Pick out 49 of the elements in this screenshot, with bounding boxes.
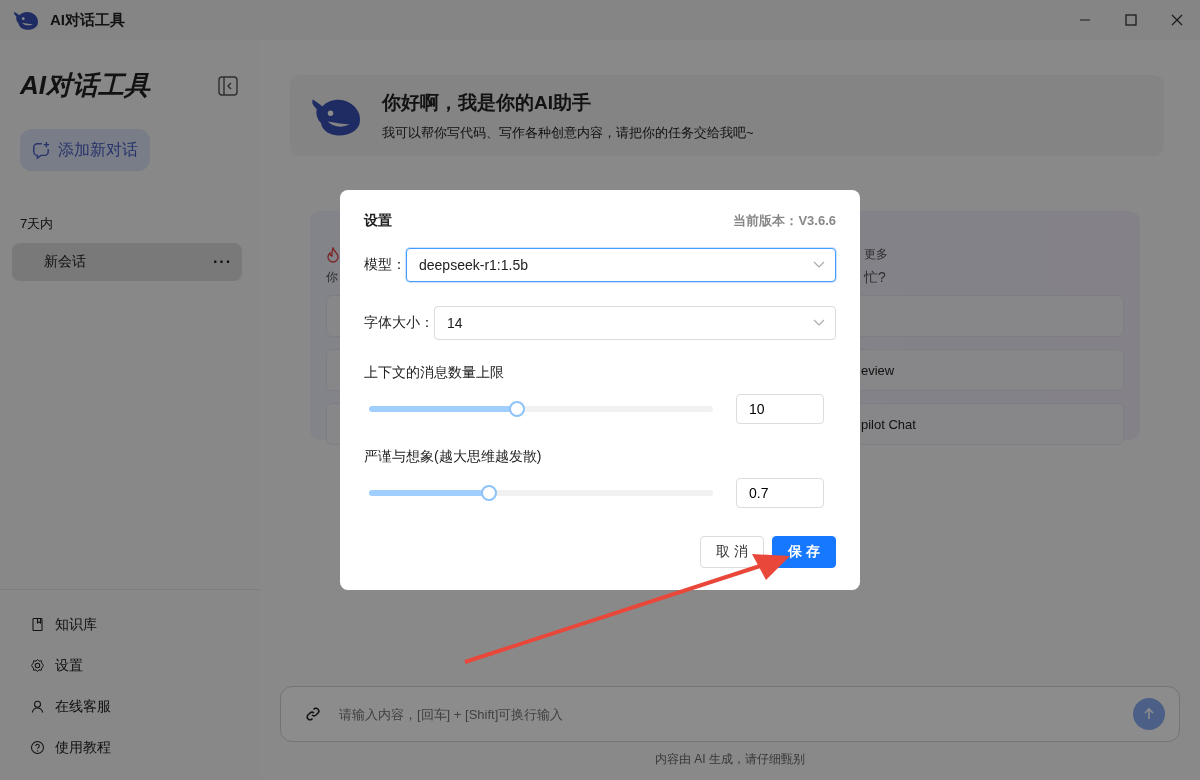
collapse-sidebar-icon[interactable] bbox=[218, 75, 238, 96]
link-icon[interactable] bbox=[305, 706, 321, 722]
field-label: 模型： bbox=[364, 256, 406, 274]
group-label: 7天内 bbox=[20, 215, 55, 233]
field-label: 字体大小： bbox=[364, 314, 434, 332]
new-chat-button[interactable]: 添加新对话 bbox=[20, 129, 150, 171]
help-icon bbox=[30, 740, 45, 755]
welcome-title: 你好啊，我是你的AI助手 bbox=[382, 90, 592, 115]
number-field[interactable]: 10 bbox=[736, 394, 824, 424]
sidebar-link[interactable]: 设置 bbox=[0, 645, 260, 686]
sidebar-title: AI对话工具 bbox=[20, 69, 150, 102]
more-menu[interactable]: ··· bbox=[213, 253, 232, 271]
flame-icon bbox=[326, 247, 340, 263]
slider-handle[interactable] bbox=[508, 401, 525, 417]
conversation-item[interactable]: 新会话 ··· bbox=[12, 243, 242, 281]
slider-label: 上下文的消息数量上限 bbox=[364, 364, 505, 382]
more-label[interactable]: 更多 bbox=[864, 246, 888, 263]
dropdown[interactable]: deepseek-r1:1.5b bbox=[406, 248, 836, 282]
number-field[interactable]: 0.7 bbox=[736, 478, 824, 508]
welcome-subtitle: 我可以帮你写代码、写作各种创意内容，请把你的任务交给我吧~ bbox=[382, 123, 754, 142]
close-icon bbox=[1171, 14, 1183, 26]
gear-icon bbox=[30, 658, 45, 673]
cancel-button[interactable]: 取 消 bbox=[700, 536, 765, 568]
whale-logo-icon bbox=[12, 9, 40, 31]
slider[interactable] bbox=[369, 485, 713, 501]
book-icon bbox=[30, 617, 45, 632]
maximize-icon bbox=[1125, 14, 1137, 26]
person-icon bbox=[30, 699, 45, 714]
dialog-title: 设置 bbox=[364, 212, 392, 230]
window-title: AI对话工具 bbox=[50, 10, 126, 30]
chevron-down-icon bbox=[813, 319, 825, 327]
suggestion-text: 你 bbox=[326, 269, 338, 285]
slider-label: 严谨与想象(越大思维越发散) bbox=[364, 448, 543, 466]
disclaimer-text: 内容由 AI 生成，请仔细甄别 bbox=[655, 752, 805, 766]
dropdown[interactable]: 14 bbox=[434, 306, 836, 340]
message-input[interactable]: 请输入内容，[回车] + [Shift]可换行输入 bbox=[337, 705, 1117, 723]
arrow-up-icon bbox=[1142, 707, 1156, 721]
chat-plus-icon bbox=[32, 140, 50, 160]
message-input-box[interactable]: 请输入内容，[回车] + [Shift]可换行输入 bbox=[280, 686, 1180, 742]
sidebar-link[interactable]: 在线客服 bbox=[0, 686, 260, 727]
version-text: 当前版本：V3.6.6 bbox=[733, 212, 836, 230]
sidebar-link[interactable]: 知识库 bbox=[0, 604, 260, 645]
slider-handle[interactable] bbox=[481, 485, 498, 501]
suggestion-text: 忙? bbox=[864, 269, 886, 285]
slider[interactable] bbox=[369, 401, 713, 417]
sidebar-link[interactable]: 使用教程 bbox=[0, 727, 260, 768]
save-button[interactable]: 保 存 bbox=[772, 536, 836, 568]
send-button[interactable] bbox=[1133, 698, 1165, 730]
chevron-down-icon bbox=[813, 261, 825, 269]
